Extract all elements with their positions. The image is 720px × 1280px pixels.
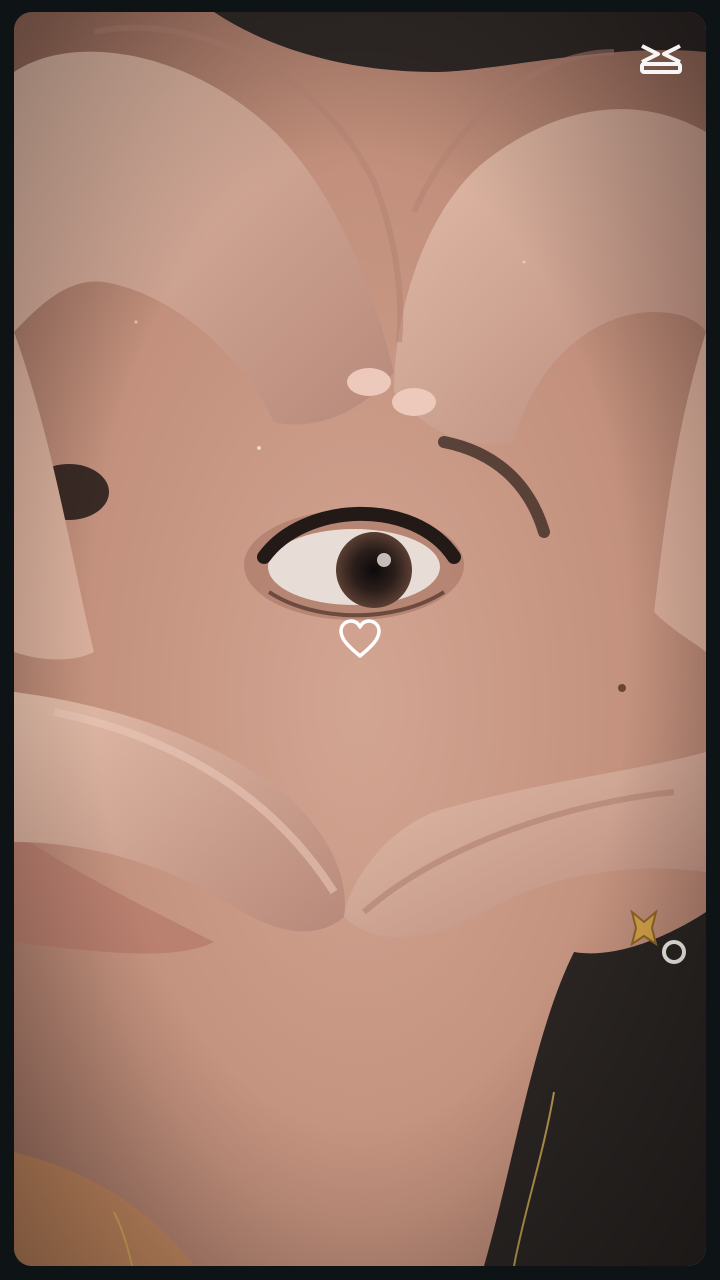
video-screen [0,0,720,1280]
heart-outline-icon[interactable] [338,618,382,660]
capcut-logo-icon [638,38,684,78]
